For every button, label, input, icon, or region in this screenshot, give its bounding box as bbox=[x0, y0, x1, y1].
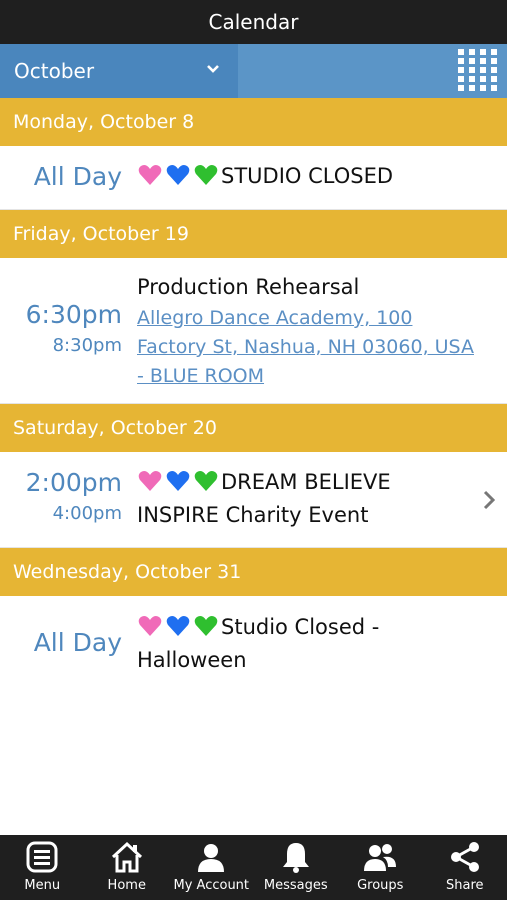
grid-dot bbox=[480, 49, 486, 55]
event-title: Production Rehearsal bbox=[137, 275, 360, 299]
day-header-label: Saturday, October 20 bbox=[13, 417, 217, 439]
grid-dot bbox=[469, 58, 475, 64]
event-title: Studio Closed - Halloween bbox=[137, 611, 417, 677]
tab-label: Messages bbox=[263, 878, 328, 893]
grid-dot bbox=[480, 58, 486, 64]
grid-dot bbox=[458, 49, 464, 55]
grid-dot bbox=[480, 76, 486, 82]
day-header: Saturday, October 20 bbox=[0, 404, 507, 452]
event-item[interactable]: 2:00pm 4:00pm DREAM BELIEVE INSPIRE Char… bbox=[0, 452, 507, 548]
green-heart-icon bbox=[193, 468, 219, 494]
bell-icon bbox=[282, 843, 309, 873]
event-start-time: 6:30pm bbox=[25, 300, 122, 329]
event-title: STUDIO CLOSED bbox=[137, 160, 483, 193]
event-end-time: 8:30pm bbox=[52, 335, 122, 356]
event-item[interactable]: All Day Studio Closed - Halloween bbox=[0, 596, 507, 692]
day-header-label: Wednesday, October 31 bbox=[13, 561, 242, 583]
tab-label: Home bbox=[107, 878, 146, 893]
tab-my-account[interactable]: My Account bbox=[169, 835, 254, 900]
month-dropdown-value: October bbox=[14, 59, 95, 83]
grid-dot bbox=[491, 67, 497, 73]
tab-menu[interactable]: Menu bbox=[0, 835, 85, 900]
day-header-label: Friday, October 19 bbox=[13, 223, 189, 245]
blue-heart-icon bbox=[165, 613, 191, 639]
grid-dot bbox=[491, 58, 497, 64]
tab-label: Groups bbox=[357, 878, 404, 893]
hearts-emoji bbox=[137, 164, 221, 188]
share-icon bbox=[450, 842, 479, 872]
grid-dot bbox=[469, 67, 475, 73]
grid-dot bbox=[458, 58, 464, 64]
tab-label: My Account bbox=[173, 878, 250, 893]
grid-icon[interactable] bbox=[458, 49, 500, 93]
event-end-time: 4:00pm bbox=[52, 503, 122, 524]
event-content: STUDIO CLOSED bbox=[137, 160, 483, 193]
blue-heart-icon bbox=[165, 162, 191, 188]
hearts-emoji bbox=[137, 470, 221, 494]
chevron-down-icon bbox=[207, 65, 219, 73]
event-title-text: STUDIO CLOSED bbox=[221, 164, 394, 188]
day-header: Friday, October 19 bbox=[0, 210, 507, 258]
event-time: 2:00pm 4:00pm bbox=[0, 468, 122, 524]
grid-dot bbox=[480, 85, 486, 91]
event-content: DREAM BELIEVE INSPIRE Charity Event bbox=[137, 466, 479, 532]
menu-icon bbox=[26, 841, 58, 873]
day-header: Monday, October 8 bbox=[0, 98, 507, 146]
user-icon bbox=[198, 844, 225, 872]
top-bar: Calendar bbox=[0, 0, 507, 44]
grid-dot bbox=[491, 49, 497, 55]
grid-dot bbox=[480, 67, 486, 73]
event-content: Studio Closed - Halloween bbox=[137, 611, 417, 677]
pink-heart-icon bbox=[137, 468, 163, 494]
tab-label: Menu bbox=[24, 878, 61, 893]
page-title: Calendar bbox=[208, 10, 299, 34]
group-icon bbox=[364, 844, 397, 871]
grid-dot bbox=[469, 49, 475, 55]
month-dropdown[interactable]: October bbox=[0, 44, 238, 98]
grid-dot bbox=[469, 85, 475, 91]
all-day-label: All Day bbox=[33, 628, 122, 657]
hearts-emoji bbox=[137, 615, 221, 639]
event-location-link[interactable]: Allegro Dance Academy, 100 Factory St, N… bbox=[137, 304, 477, 391]
tab-groups[interactable]: Groups bbox=[338, 835, 423, 900]
grid-dot bbox=[469, 76, 475, 82]
all-day-label: All Day bbox=[33, 162, 122, 191]
event-time: All Day bbox=[0, 628, 122, 657]
tab-messages[interactable]: Messages bbox=[254, 835, 339, 900]
events-list: Monday, October 8 All Day STUDIO CLOSED … bbox=[0, 98, 507, 692]
grid-dot bbox=[491, 85, 497, 91]
green-heart-icon bbox=[193, 613, 219, 639]
home-icon bbox=[111, 841, 142, 873]
event-start-time: 2:00pm bbox=[25, 468, 122, 497]
pink-heart-icon bbox=[137, 613, 163, 639]
tab-home[interactable]: Home bbox=[85, 835, 170, 900]
grid-dot bbox=[458, 76, 464, 82]
event-title: DREAM BELIEVE INSPIRE Charity Event bbox=[137, 466, 479, 532]
month-bar: October bbox=[0, 44, 507, 98]
event-time: 6:30pm 8:30pm bbox=[0, 300, 122, 356]
bottom-tab-bar: Menu Home My Account Messages Groups Sha… bbox=[0, 835, 507, 900]
grid-dot bbox=[458, 67, 464, 73]
green-heart-icon bbox=[193, 162, 219, 188]
tab-share[interactable]: Share bbox=[423, 835, 507, 900]
chevron-right-icon bbox=[483, 490, 495, 510]
event-content: Production Rehearsal Allegro Dance Acade… bbox=[137, 271, 477, 391]
blue-heart-icon bbox=[165, 468, 191, 494]
event-time: All Day bbox=[0, 162, 122, 191]
day-header-label: Monday, October 8 bbox=[13, 111, 195, 133]
day-header: Wednesday, October 31 bbox=[0, 548, 507, 596]
grid-dot bbox=[458, 85, 464, 91]
event-item[interactable]: 6:30pm 8:30pm Production Rehearsal Alleg… bbox=[0, 258, 507, 404]
pink-heart-icon bbox=[137, 162, 163, 188]
event-item[interactable]: All Day STUDIO CLOSED bbox=[0, 146, 507, 210]
tab-label: Share bbox=[445, 878, 484, 893]
grid-dot bbox=[491, 76, 497, 82]
